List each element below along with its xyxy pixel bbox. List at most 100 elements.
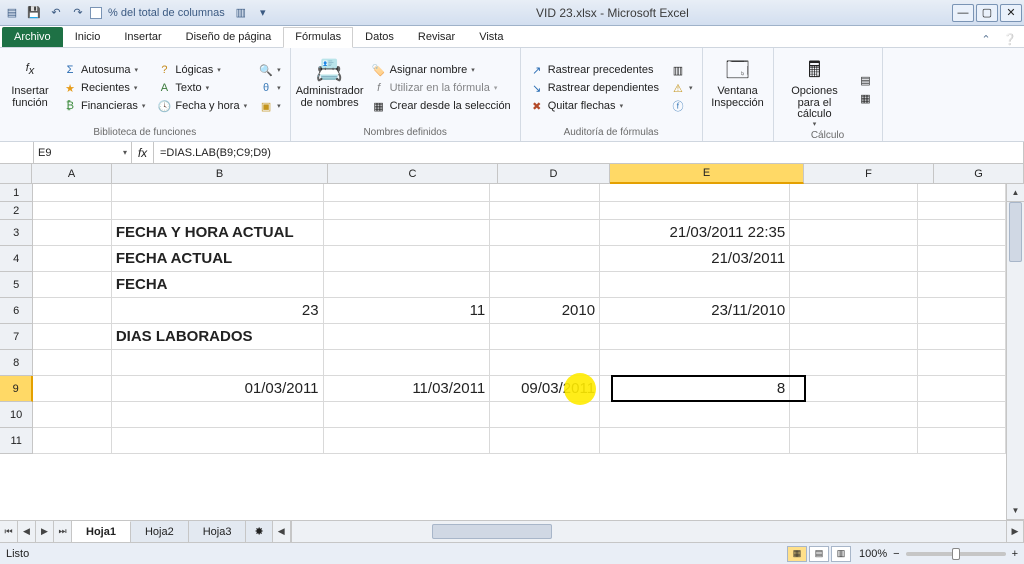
lookup-button[interactable]: 🔍▾ — [256, 62, 284, 78]
row-header-7[interactable]: 7 — [0, 324, 33, 350]
cell-B11[interactable] — [112, 428, 324, 454]
cell-B9[interactable]: 01/03/2011 — [112, 376, 324, 402]
cell-C7[interactable] — [324, 324, 491, 350]
cell-E4[interactable]: 21/03/2011 — [600, 246, 790, 272]
tab-insert[interactable]: Insertar — [112, 27, 173, 47]
name-box[interactable]: E9▾ — [34, 142, 132, 163]
fx-button[interactable]: fx — [132, 142, 154, 163]
cell-G8[interactable] — [918, 350, 1006, 376]
cell-E2[interactable] — [600, 202, 790, 220]
cell-D4[interactable] — [490, 246, 600, 272]
undo-icon[interactable]: ↶ — [46, 3, 66, 23]
zoom-out-button[interactable]: − — [893, 548, 899, 560]
tab-data[interactable]: Datos — [353, 27, 406, 47]
cell-B10[interactable] — [112, 402, 324, 428]
scroll-up-icon[interactable]: ▲ — [1007, 184, 1024, 202]
show-formulas-button[interactable]: ▥ — [668, 62, 696, 78]
sheet-nav-first[interactable]: ⏮ — [0, 521, 18, 542]
col-header-B[interactable]: B — [112, 164, 328, 184]
cell-F4[interactable] — [790, 246, 917, 272]
cell-A6[interactable] — [33, 298, 112, 324]
sheet-tab-1[interactable]: Hoja1 — [72, 521, 131, 542]
cell-C8[interactable] — [324, 350, 491, 376]
cell-F5[interactable] — [790, 272, 917, 298]
sheet-tab-3[interactable]: Hoja3 — [189, 521, 247, 542]
row-header-5[interactable]: 5 — [0, 272, 33, 298]
tab-view[interactable]: Vista — [467, 27, 515, 47]
cell-A7[interactable] — [33, 324, 112, 350]
zoom-slider[interactable] — [906, 552, 1006, 556]
vertical-scrollbar[interactable]: ▲ ▼ — [1006, 184, 1024, 520]
cell-G3[interactable] — [918, 220, 1006, 246]
cell-G2[interactable] — [918, 202, 1006, 220]
row-header-2[interactable]: 2 — [0, 202, 33, 220]
cell-G7[interactable] — [918, 324, 1006, 350]
formula-input[interactable]: =DIAS.LAB(B9;C9;D9) — [154, 142, 1024, 163]
cell-D1[interactable] — [490, 184, 600, 202]
cell-B6[interactable]: 23 — [112, 298, 324, 324]
tab-layout[interactable]: Diseño de página — [174, 27, 284, 47]
cell-D10[interactable] — [490, 402, 600, 428]
cell-G9[interactable] — [918, 376, 1006, 402]
cell-E10[interactable] — [600, 402, 790, 428]
row-header-3[interactable]: 3 — [0, 220, 33, 246]
cell-C9[interactable]: 11/03/2011 — [324, 376, 491, 402]
more-fn-button[interactable]: ▣▾ — [256, 98, 284, 114]
cell-C4[interactable] — [324, 246, 491, 272]
view-layout-button[interactable]: ▤ — [809, 546, 829, 562]
cell-E6[interactable]: 23/11/2010 — [600, 298, 790, 324]
cell-F2[interactable] — [790, 202, 917, 220]
error-checking-button[interactable]: ⚠▾ — [668, 80, 696, 96]
hscroll-thumb[interactable] — [432, 524, 552, 539]
row-header-6[interactable]: 6 — [0, 298, 33, 324]
cell-F11[interactable] — [790, 428, 917, 454]
sheet-nav-next[interactable]: ▶ — [36, 521, 54, 542]
redo-icon[interactable]: ↷ — [68, 3, 88, 23]
cell-G1[interactable] — [918, 184, 1006, 202]
cell-C5[interactable] — [324, 272, 491, 298]
cell-D3[interactable] — [490, 220, 600, 246]
trace-precedents-button[interactable]: ↗Rastrear precedentes — [527, 62, 662, 78]
cell-F6[interactable] — [790, 298, 917, 324]
qat-checkbox[interactable] — [90, 7, 102, 19]
cell-F10[interactable] — [790, 402, 917, 428]
cell-G4[interactable] — [918, 246, 1006, 272]
text-button[interactable]: ATexto▾ — [154, 80, 250, 96]
close-button[interactable]: ✕ — [1000, 4, 1022, 22]
zoom-thumb[interactable] — [952, 548, 960, 560]
sheet-tab-2[interactable]: Hoja2 — [131, 521, 189, 542]
col-header-A[interactable]: A — [32, 164, 112, 184]
calc-sheet-button[interactable]: ▦ — [856, 90, 876, 106]
row-header-4[interactable]: 4 — [0, 246, 33, 272]
qat-customize-icon[interactable]: ▾ — [253, 3, 273, 23]
calc-now-button[interactable]: ▤ — [856, 72, 876, 88]
cell-F1[interactable] — [790, 184, 917, 202]
cell-G11[interactable] — [918, 428, 1006, 454]
chevron-down-icon[interactable]: ▾ — [123, 148, 127, 157]
name-manager-button[interactable]: 📇 Administrador de nombres — [297, 51, 363, 125]
insert-function-button[interactable]: fx Insertar función — [6, 51, 54, 125]
assign-name-button[interactable]: 🏷️Asignar nombre▾ — [369, 62, 514, 78]
cell-F9[interactable] — [790, 376, 917, 402]
cell-A2[interactable] — [33, 202, 112, 220]
scroll-track[interactable] — [1007, 202, 1024, 502]
cell-C10[interactable] — [324, 402, 491, 428]
cell-A3[interactable] — [33, 220, 112, 246]
cell-D2[interactable] — [490, 202, 600, 220]
cell-B4[interactable]: FECHA ACTUAL — [112, 246, 324, 272]
col-header-F[interactable]: F — [804, 164, 934, 184]
save-icon[interactable]: 💾 — [24, 3, 44, 23]
cell-F3[interactable] — [790, 220, 917, 246]
evaluate-formula-button[interactable]: ⓕ — [668, 98, 696, 114]
watch-window-button[interactable]: 🗔 Ventana Inspección — [709, 51, 767, 125]
cell-B7[interactable]: DIAS LABORADOS — [112, 324, 324, 350]
cell-D6[interactable]: 2010 — [490, 298, 600, 324]
col-header-D[interactable]: D — [498, 164, 610, 184]
row-header-10[interactable]: 10 — [0, 402, 33, 428]
col-header-G[interactable]: G — [934, 164, 1024, 184]
financial-button[interactable]: ₿Financieras▾ — [60, 98, 148, 114]
row-header-11[interactable]: 11 — [0, 428, 33, 454]
col-header-C[interactable]: C — [328, 164, 498, 184]
cell-C6[interactable]: 11 — [324, 298, 491, 324]
cell-A1[interactable] — [33, 184, 112, 202]
